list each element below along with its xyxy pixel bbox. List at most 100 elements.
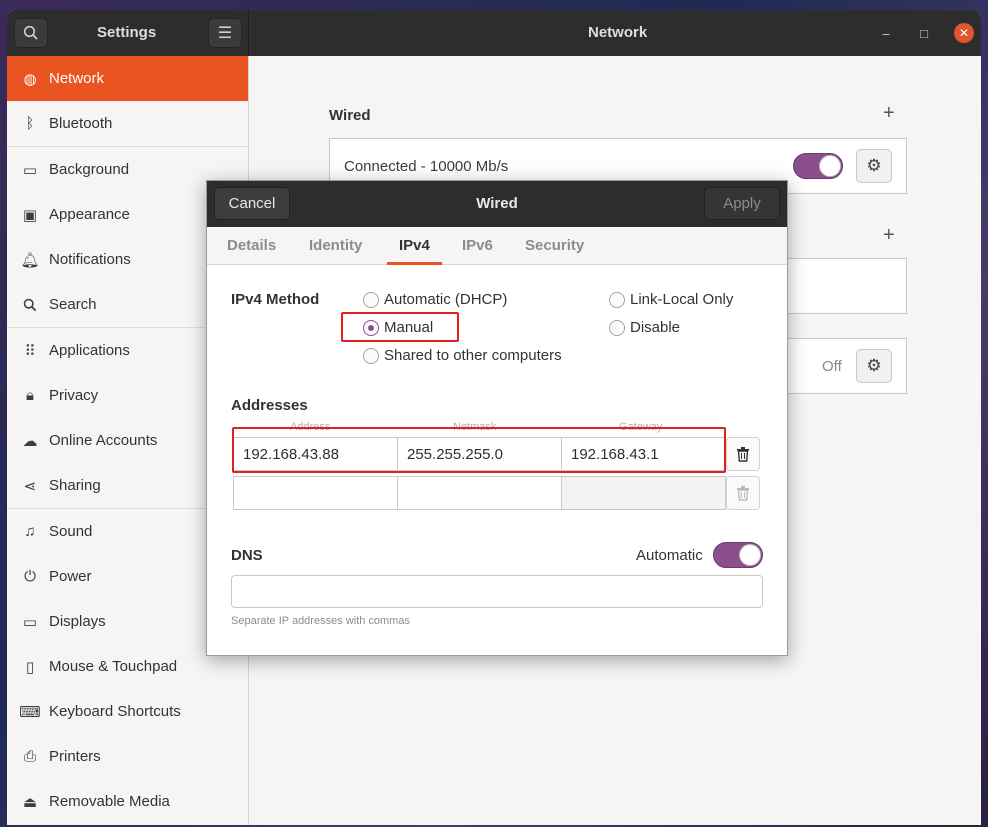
- apply-button[interactable]: Apply: [704, 187, 780, 220]
- search-button[interactable]: [14, 18, 48, 48]
- wired-toggle[interactable]: [793, 153, 843, 179]
- gear-icon: ⚙: [866, 356, 882, 375]
- background-icon: ▭: [22, 161, 38, 179]
- dns-label: DNS: [231, 547, 263, 564]
- delete-address-button[interactable]: [726, 476, 760, 510]
- cloud-icon: ☁: [22, 432, 38, 450]
- radio-label: Automatic (DHCP): [384, 291, 508, 308]
- radio-indicator: [363, 347, 379, 364]
- printer-icon: ⎙: [23, 748, 36, 765]
- sidebar-header: Settings ☰: [7, 10, 249, 56]
- tab-ipv6[interactable]: IPv6: [462, 237, 493, 254]
- address-field[interactable]: [233, 476, 398, 510]
- header-bar: Settings ☰ Network – □ ✕: [7, 10, 981, 56]
- plus-icon: +: [883, 102, 895, 124]
- sidebar-title: Settings: [97, 24, 157, 41]
- bell-icon: 🔔︎: [20, 251, 40, 269]
- sidebar-item-label: Online Accounts: [49, 432, 158, 449]
- radio-label: Disable: [630, 319, 681, 336]
- share-icon: ⋖: [23, 477, 37, 495]
- add-vpn-button[interactable]: +: [883, 224, 895, 247]
- keyboard-icon: ⌨: [19, 703, 41, 721]
- radio-automatic-dhcp[interactable]: Automatic (DHCP): [363, 291, 507, 308]
- network-icon: ◍: [23, 70, 37, 88]
- hamburger-icon: ☰: [217, 25, 233, 42]
- maximize-button[interactable]: □: [914, 23, 934, 43]
- minimize-button[interactable]: –: [876, 23, 896, 43]
- sidebar-item-label: Sharing: [49, 477, 101, 494]
- dialog-title: Wired: [476, 195, 518, 212]
- dialog-tabs: Details Identity IPv4 IPv6 Security: [207, 227, 787, 265]
- proxy-status: Off: [822, 358, 842, 375]
- dialog-header: Cancel Wired Apply: [207, 181, 787, 227]
- tab-ipv4[interactable]: IPv4: [399, 237, 430, 254]
- sidebar-item-label: Applications: [49, 342, 130, 359]
- netmask-field[interactable]: [397, 476, 562, 510]
- tab-identity[interactable]: Identity: [309, 237, 362, 254]
- music-note-icon: ♫: [24, 523, 36, 540]
- addresses-label: Addresses: [231, 397, 308, 414]
- sidebar-item-label: Power: [49, 568, 92, 585]
- sidebar-item-label: Network: [49, 70, 105, 87]
- sidebar-item-removable-media[interactable]: ⏏ Removable Media: [7, 779, 248, 824]
- search-icon: [23, 25, 38, 40]
- sidebar-item-label: Mouse & Touchpad: [49, 658, 178, 675]
- sidebar-item-label: Printers: [49, 748, 101, 765]
- radio-shared[interactable]: Shared to other computers: [363, 347, 562, 364]
- sidebar-item-label: Appearance: [49, 206, 130, 223]
- sidebar-item-label: Bluetooth: [49, 115, 113, 132]
- highlight-box-manual: [341, 312, 459, 342]
- sidebar-item-printers[interactable]: ⎙ Printers: [7, 734, 248, 779]
- lock-icon: 🔒︎: [26, 387, 34, 404]
- menu-button[interactable]: ☰: [208, 18, 242, 48]
- sidebar-item-label: Privacy: [49, 387, 99, 404]
- power-icon: ⏻: [24, 568, 36, 585]
- trash-icon: [737, 447, 749, 462]
- radio-indicator: [609, 291, 625, 308]
- page-title: Network: [588, 24, 648, 41]
- sidebar-item-network[interactable]: ◍ Network: [7, 56, 248, 101]
- radio-indicator: [609, 319, 625, 336]
- close-button[interactable]: ✕: [954, 23, 974, 43]
- radio-disable[interactable]: Disable: [609, 319, 680, 336]
- sidebar-item-label: Background: [49, 161, 130, 178]
- wired-settings-button[interactable]: ⚙: [856, 149, 892, 183]
- sidebar-item-label: Keyboard Shortcuts: [49, 703, 181, 720]
- dns-automatic-label: Automatic: [636, 547, 703, 564]
- removable-media-icon: ⏏: [22, 793, 38, 811]
- radio-label: Link-Local Only: [630, 291, 734, 308]
- sidebar-item-label: Sound: [49, 523, 93, 540]
- dns-hint: Separate IP addresses with commas: [231, 615, 410, 627]
- sidebar-item-label: Removable Media: [49, 793, 170, 810]
- proxy-settings-button[interactable]: ⚙: [856, 349, 892, 383]
- tab-details[interactable]: Details: [227, 237, 276, 254]
- search-icon: [21, 296, 39, 314]
- sidebar-item-label: Notifications: [49, 251, 131, 268]
- apps-grid-icon: ⠿: [24, 342, 36, 360]
- sidebar-item-label: Displays: [49, 613, 106, 630]
- tab-security[interactable]: Security: [525, 237, 584, 254]
- add-wired-button[interactable]: +: [883, 102, 895, 125]
- active-tab-indicator: [387, 262, 442, 265]
- gear-icon: ⚙: [866, 156, 882, 175]
- ipv4-method-label: IPv4 Method: [231, 291, 320, 308]
- display-icon: ▭: [22, 613, 38, 631]
- sidebar-item-bluetooth[interactable]: ᛒ Bluetooth: [7, 101, 248, 146]
- bluetooth-icon: ᛒ: [25, 115, 35, 132]
- highlight-box-address: [232, 427, 726, 473]
- wired-dialog: Cancel Wired Apply Details Identity IPv4…: [206, 180, 788, 656]
- trash-icon: [737, 486, 749, 501]
- plus-icon: +: [883, 224, 895, 246]
- radio-label: Shared to other computers: [384, 347, 562, 364]
- delete-address-button[interactable]: [726, 437, 760, 471]
- wired-section-title: Wired: [329, 107, 371, 124]
- dns-automatic-toggle[interactable]: [713, 542, 763, 568]
- appearance-icon: ▣: [22, 206, 38, 224]
- radio-link-local-only[interactable]: Link-Local Only: [609, 291, 733, 308]
- mouse-icon: ▯: [25, 658, 35, 676]
- dns-field[interactable]: [231, 575, 763, 608]
- radio-indicator: [363, 291, 379, 308]
- sidebar-item-keyboard-shortcuts[interactable]: ⌨ Keyboard Shortcuts: [7, 689, 248, 734]
- gateway-field[interactable]: [561, 476, 726, 510]
- sidebar-item-label: Search: [49, 296, 97, 313]
